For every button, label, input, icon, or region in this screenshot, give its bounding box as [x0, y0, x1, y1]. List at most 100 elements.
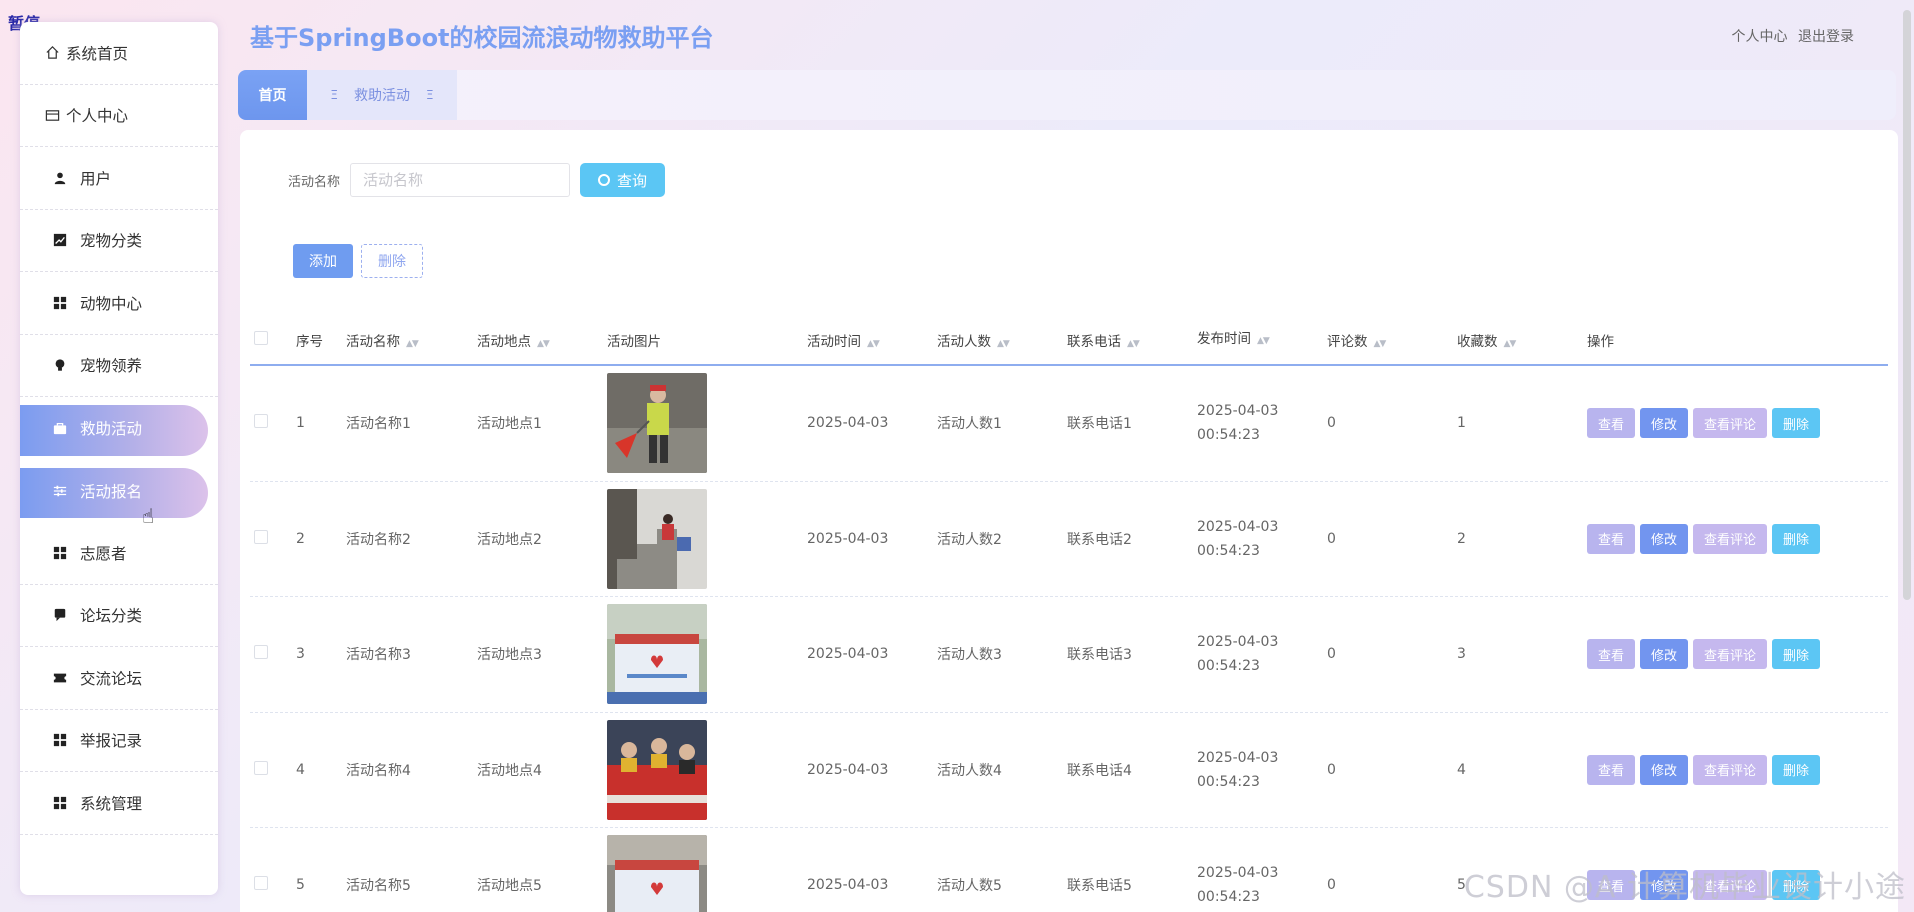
sidebar-item-reports[interactable]: 举报记录: [20, 710, 218, 772]
header-favorites[interactable]: 收藏数 ▲▼: [1453, 330, 1583, 350]
menu-icon: Ξ: [426, 88, 434, 102]
sidebar-item-pet-adoption[interactable]: 宠物领养: [20, 335, 218, 397]
header-location[interactable]: 活动地点 ▲▼: [473, 330, 603, 350]
view-comments-button[interactable]: 查看评论: [1693, 754, 1768, 785]
cell-comments: 0: [1327, 646, 1336, 663]
search-button-label: 查询: [617, 171, 648, 190]
tab-home-label: 首页: [258, 88, 287, 104]
sort-icon[interactable]: ▲▼: [537, 339, 550, 349]
sidebar-item-label: 举报记录: [80, 732, 143, 751]
sort-icon[interactable]: ▲▼: [406, 339, 419, 349]
sort-icon[interactable]: ▲▼: [1127, 339, 1140, 349]
header-published[interactable]: 发布时间 ▲▼: [1193, 327, 1323, 353]
delete-button[interactable]: 删除: [1772, 408, 1821, 439]
sidebar-item-volunteers[interactable]: 志愿者: [20, 522, 218, 585]
sidebar-item-activity-signup[interactable]: 活动报名: [20, 460, 218, 523]
cell-name: 活动名称1: [346, 416, 411, 433]
view-button[interactable]: 查看: [1587, 754, 1636, 785]
edit-button[interactable]: 修改: [1640, 408, 1689, 439]
cell-image: [603, 835, 803, 912]
cell-name: 活动名称3: [346, 647, 411, 664]
header-name[interactable]: 活动名称 ▲▼: [342, 330, 473, 350]
view-comments-button[interactable]: 查看评论: [1693, 523, 1768, 554]
cell-phone: 联系电话1: [1067, 416, 1132, 433]
activity-photo[interactable]: [607, 488, 707, 589]
cell-comments: 0: [1327, 530, 1336, 547]
sidebar-item-forum-categories[interactable]: 论坛分类: [20, 585, 218, 647]
activity-photo[interactable]: [607, 719, 707, 820]
tab-home[interactable]: 首页: [238, 70, 307, 120]
header-people[interactable]: 活动人数 ▲▼: [933, 330, 1063, 350]
select-all-checkbox[interactable]: [250, 331, 292, 349]
drag-handle-icon: Ξ: [330, 88, 338, 102]
cell-image: [603, 373, 803, 474]
card-icon: [44, 107, 60, 123]
activity-photo[interactable]: [607, 373, 707, 474]
header-label: 活动人数: [937, 334, 991, 350]
activity-photo[interactable]: [607, 604, 707, 705]
cell-people: 活动人数2: [937, 531, 1002, 548]
search-input[interactable]: [350, 163, 571, 197]
logout-link[interactable]: 退出登录: [1798, 29, 1854, 45]
row-checkbox[interactable]: [250, 876, 292, 894]
personal-center-link[interactable]: 个人中心: [1732, 29, 1788, 45]
sidebar-item-label: 宠物领养: [80, 357, 143, 376]
cell-phone: 联系电话5: [1067, 878, 1132, 895]
sidebar-item-animal-center[interactable]: 动物中心: [20, 272, 218, 335]
edit-button[interactable]: 修改: [1640, 754, 1689, 785]
tab-rescue-activities[interactable]: Ξ 救助活动 Ξ: [307, 70, 457, 120]
row-checkbox[interactable]: [250, 529, 292, 548]
row-checkbox[interactable]: [250, 760, 292, 779]
header-phone[interactable]: 联系电话 ▲▼: [1063, 330, 1193, 350]
activities-table: 序号 活动名称 ▲▼ 活动地点 ▲▼ 活动图片 活动时间 ▲▼ 活动人数 ▲▼ 联系电话…: [250, 316, 1888, 912]
page-scrollbar[interactable]: [1903, 10, 1911, 600]
table-row: 3 活动名称3 活动地点3 2025-04-03 活动人数3 联系电话3 202…: [250, 597, 1888, 713]
sort-icon[interactable]: ▲▼: [997, 339, 1010, 349]
cell-actions: 查看 修改 查看评论 删除: [1583, 639, 1883, 670]
sidebar-item-label: 系统管理: [80, 794, 143, 813]
view-comments-button[interactable]: 查看评论: [1693, 408, 1768, 439]
view-button[interactable]: 查看: [1587, 639, 1636, 670]
delete-button[interactable]: 删除: [1772, 523, 1821, 554]
sidebar-item-users[interactable]: 用户: [20, 147, 218, 210]
view-button[interactable]: 查看: [1587, 408, 1636, 439]
sidebar-item-rescue-activities[interactable]: 救助活动: [20, 397, 218, 460]
view-comments-button[interactable]: 查看评论: [1693, 639, 1768, 670]
view-button[interactable]: 查看: [1587, 523, 1636, 554]
sort-icon[interactable]: ▲▼: [867, 339, 880, 349]
cell-time: 2025-04-03: [807, 415, 889, 432]
table-row: 4 活动名称4 活动地点4 2025-04-03 活动人数4 联系电话4 202…: [250, 713, 1888, 828]
batch-delete-button[interactable]: 删除: [361, 244, 423, 278]
sort-icon[interactable]: ▲▼: [1374, 339, 1387, 349]
chat-icon: [52, 607, 68, 623]
search-button[interactable]: 查询: [580, 163, 666, 197]
row-checkbox[interactable]: [250, 645, 292, 663]
sidebar-item-label: 救助活动: [80, 420, 143, 439]
home-icon: [44, 45, 60, 61]
cell-published: 2025-04-03 00:54:23: [1197, 403, 1279, 444]
cell-published: 2025-04-03 00:54:23: [1197, 634, 1279, 675]
sidebar-item-label: 系统首页: [66, 44, 129, 63]
delete-button[interactable]: 删除: [1772, 639, 1821, 670]
header-links: 个人中心 退出登录: [1726, 26, 1854, 46]
sidebar-item-home[interactable]: 系统首页: [20, 22, 218, 85]
header-time[interactable]: 活动时间 ▲▼: [803, 330, 933, 350]
sidebar-item-forum[interactable]: 交流论坛: [20, 647, 218, 710]
sidebar-item-pet-categories[interactable]: 宠物分类: [20, 210, 218, 272]
edit-button[interactable]: 修改: [1640, 523, 1689, 554]
hand-cursor-icon: ☝: [142, 504, 155, 528]
sort-icon[interactable]: ▲▼: [1257, 336, 1270, 346]
sort-icon[interactable]: ▲▼: [1504, 339, 1517, 349]
cell-favorites: 2: [1457, 530, 1466, 547]
sidebar-item-system-management[interactable]: 系统管理: [20, 772, 218, 835]
edit-button[interactable]: 修改: [1640, 639, 1689, 670]
row-checkbox[interactable]: [250, 414, 292, 432]
cell-location: 活动地点2: [477, 531, 542, 548]
header-comments[interactable]: 评论数 ▲▼: [1323, 330, 1453, 350]
search-label: 活动名称: [288, 174, 341, 190]
cell-index: 2: [296, 530, 305, 547]
delete-button[interactable]: 删除: [1772, 754, 1821, 785]
sidebar-item-personal-center[interactable]: 个人中心: [20, 85, 218, 147]
add-button[interactable]: 添加: [293, 244, 353, 278]
activity-photo[interactable]: [607, 835, 707, 912]
